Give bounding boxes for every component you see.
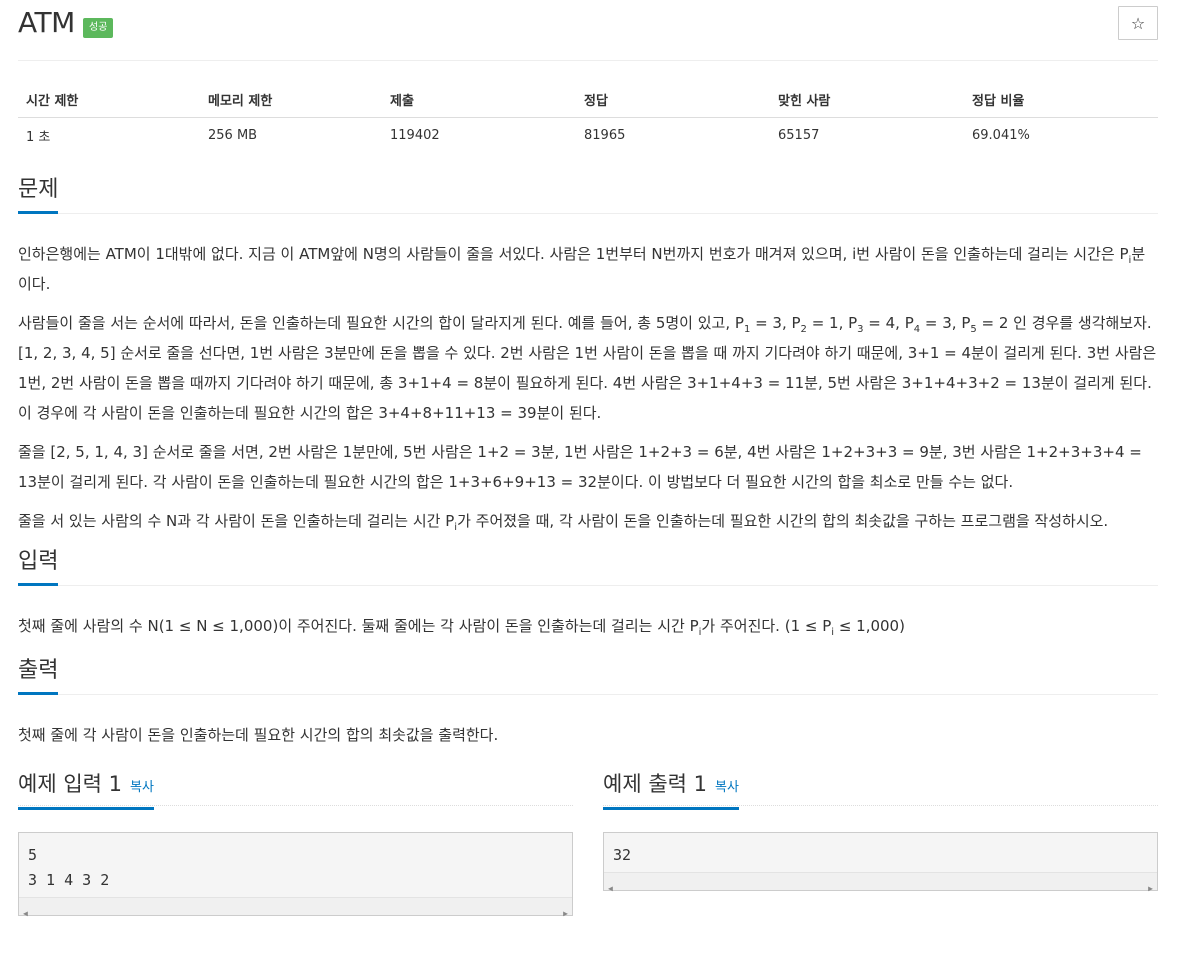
sample-input-line: 3 1 4 3 2 (28, 870, 110, 889)
section-problem-title: 문제 (18, 176, 59, 214)
header-accepted: 정답 (576, 82, 770, 118)
value-accepted: 81965 (584, 128, 626, 144)
header-submissions: 제출 (382, 82, 576, 118)
description-paragraph: 사람들이 줄을 서는 순서에 따라서, 돈을 인출하는데 필요한 시간의 합이 … (18, 313, 1157, 422)
sample-output: 예제 출력 1 복사 32 ◀ ▶ (603, 770, 1158, 916)
scroll-right-icon[interactable]: ▶ (563, 901, 568, 926)
sample-input-heading: 예제 입력 1 복사 (18, 770, 573, 810)
sample-output-box: 32 ◀ ▶ (603, 831, 1158, 893)
value-ratio: 69.041% (972, 128, 1030, 144)
section-output-title: 출력 (18, 657, 59, 695)
description-paragraph: 줄을 [2, 5, 1, 4, 3] 순서로 줄을 서면, 2번 사람은 1분만… (18, 442, 1142, 491)
header-ratio: 정답 비율 (964, 82, 1158, 118)
sample-output-title: 예제 출력 1 복사 (603, 770, 739, 810)
header-solvers: 맞힌 사람 (770, 82, 964, 118)
samples-area: 예제 입력 1 복사 5 3 1 4 3 2 ◀ ▶ 예제 출력 1 복사 32 ◀… (18, 770, 1158, 918)
section-output-heading: 출력 (18, 649, 1158, 695)
sample-input-box: 5 3 1 4 3 2 ◀ ▶ (18, 831, 573, 918)
header-memory-limit: 메모리 제한 (200, 82, 382, 118)
input-paragraph: 첫째 줄에 사람의 수 N(1 ≤ N ≤ 1,000)이 주어진다. 둘째 줄… (18, 616, 905, 638)
description-paragraph: 줄을 서 있는 사람의 수 N과 각 사람이 돈을 인출하는데 걸리는 시간 P… (18, 511, 1109, 533)
sample-output-line: 32 (613, 845, 632, 864)
scroll-right-icon[interactable]: ▶ (1148, 876, 1153, 901)
output-paragraph: 첫째 줄에 각 사람이 돈을 인출하는데 필요한 시간의 합의 최솟값을 출력한… (18, 725, 499, 744)
header-time-limit: 시간 제한 (18, 82, 200, 118)
copy-output-link[interactable]: 복사 (715, 780, 739, 795)
scroll-left-icon[interactable]: ◀ (608, 876, 613, 901)
horizontal-scrollbar[interactable]: ◀ ▶ (604, 871, 1157, 893)
info-value-row: 1 초 256 MB 119402 81965 65157 69.041% (18, 118, 1158, 154)
section-input-heading: 입력 (18, 540, 1158, 586)
value-time-limit: 1 초 (26, 130, 51, 146)
info-header-row: 시간 제한 메모리 제한 제출 정답 맞힌 사람 정답 비율 (18, 82, 1158, 118)
value-submissions: 119402 (390, 128, 440, 144)
problem-title: ATM (18, 6, 75, 39)
problem-page: ATM 성공 ☆ 시간 제한 메모리 제한 제출 정답 맞힌 사람 정답 비율 … (0, 0, 1180, 954)
scroll-left-icon[interactable]: ◀ (23, 901, 28, 926)
copy-input-link[interactable]: 복사 (130, 780, 154, 795)
value-memory-limit: 256 MB (208, 128, 258, 144)
section-problem-heading: 문제 (18, 168, 1158, 214)
problem-description: 인하은행에는 ATM이 1대밖에 없다. 지금 이 ATM앞에 N명의 사람들이… (18, 239, 1158, 536)
output-description: 첫째 줄에 각 사람이 돈을 인출하는데 필요한 시간의 합의 최솟값을 출력한… (18, 720, 1158, 750)
sample-input: 예제 입력 1 복사 5 3 1 4 3 2 ◀ ▶ (18, 770, 573, 918)
sample-output-heading: 예제 출력 1 복사 (603, 770, 1158, 810)
horizontal-scrollbar[interactable]: ◀ ▶ (19, 896, 572, 918)
problem-info-table: 시간 제한 메모리 제한 제출 정답 맞힌 사람 정답 비율 1 초 256 M… (18, 82, 1158, 154)
star-icon: ☆ (1130, 13, 1146, 33)
sample-input-title: 예제 입력 1 복사 (18, 770, 154, 810)
status-badge: 성공 (83, 18, 114, 38)
sample-input-line: 5 (28, 845, 38, 864)
section-input-title: 입력 (18, 548, 59, 586)
problem-header: ATM 성공 ☆ (18, 0, 1158, 61)
description-paragraph: 인하은행에는 ATM이 1대밖에 없다. 지금 이 ATM앞에 N명의 사람들이… (18, 244, 1146, 293)
star-button[interactable]: ☆ (1118, 6, 1158, 40)
value-solvers: 65157 (778, 128, 820, 144)
input-description: 첫째 줄에 사람의 수 N(1 ≤ N ≤ 1,000)이 주어진다. 둘째 줄… (18, 611, 1158, 641)
